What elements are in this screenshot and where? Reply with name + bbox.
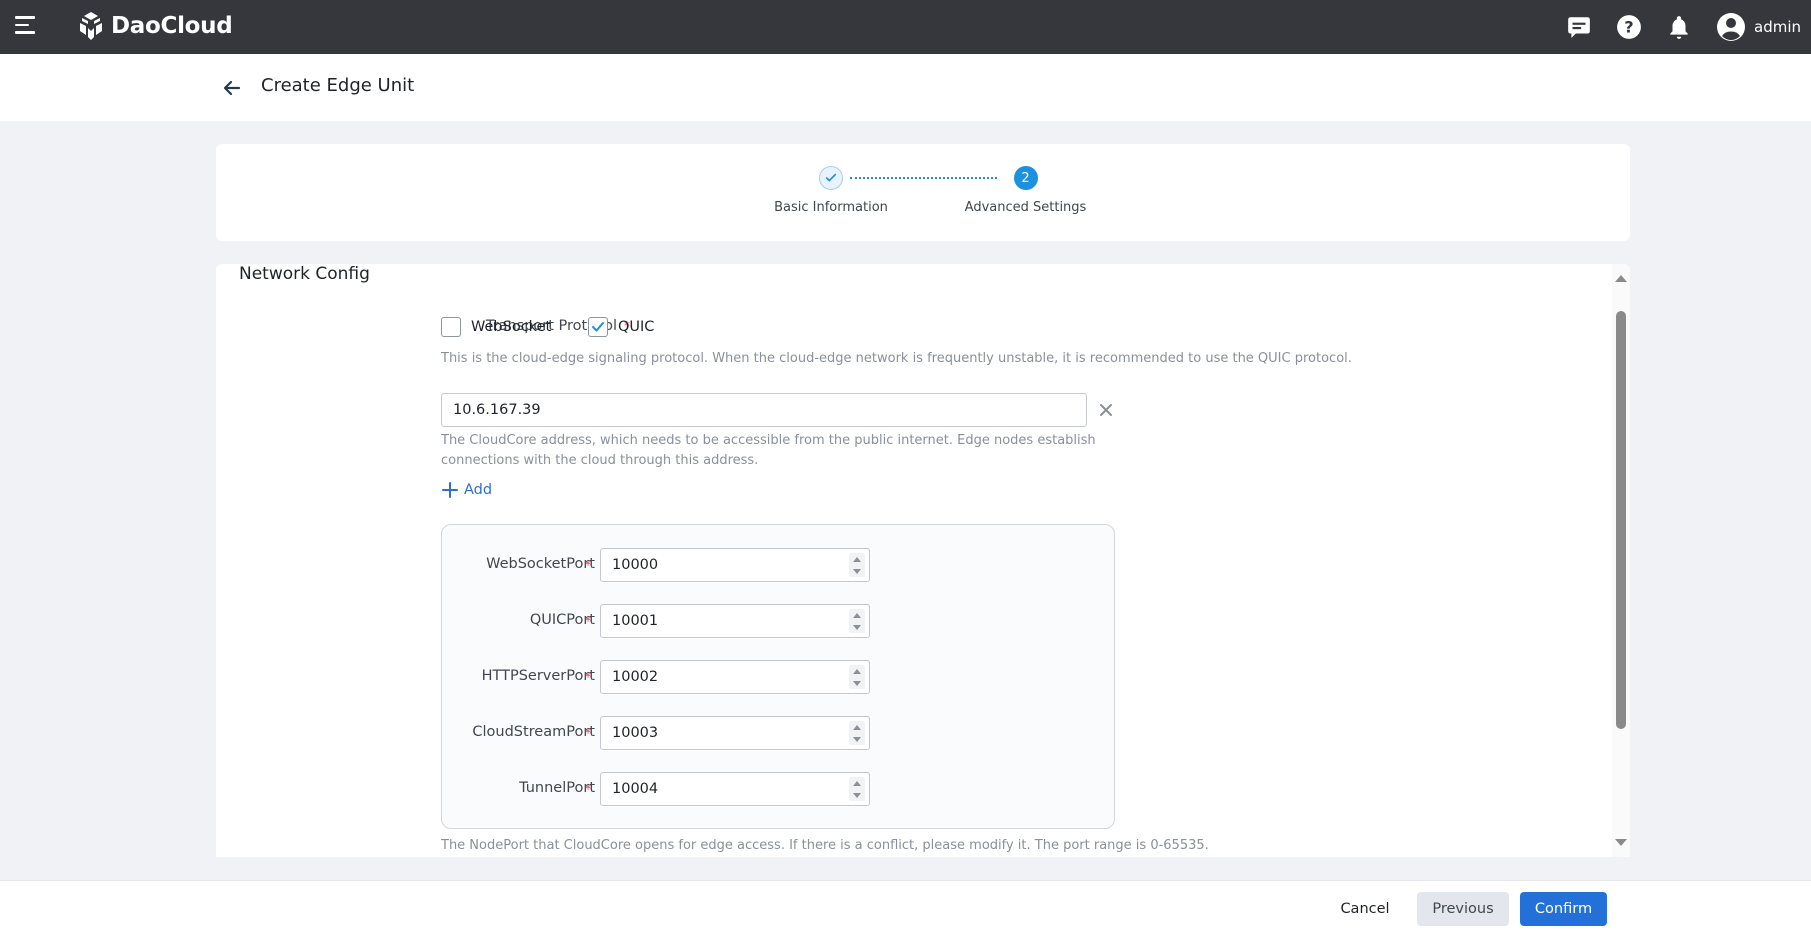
user-avatar-icon — [1717, 13, 1745, 41]
decrement-icon[interactable] — [853, 792, 861, 798]
previous-button[interactable]: Previous — [1417, 892, 1509, 926]
cloudstream-port-input[interactable] — [600, 716, 870, 750]
quic-checkbox[interactable] — [588, 317, 608, 337]
port-row-websocket: WebSocketPort * — [442, 548, 1116, 582]
number-stepper[interactable] — [849, 609, 865, 633]
required-marker: * — [585, 782, 591, 796]
step-advanced-settings[interactable]: 2 Advanced Settings — [953, 166, 1098, 215]
message-icon[interactable] — [1566, 14, 1592, 40]
port-row-tunnel: TunnelPort * — [442, 772, 1116, 806]
scrollbar[interactable] — [1612, 264, 1630, 857]
number-stepper[interactable] — [849, 721, 865, 745]
port-group: WebSocketPort * QUICPort * HTTPServerPor… — [441, 524, 1115, 829]
user-menu[interactable]: admin — [1716, 12, 1801, 42]
checkbox-websocket[interactable]: WebSocket — [441, 317, 551, 337]
steps-card: Basic Information 2 Advanced Settings — [216, 144, 1630, 241]
menu-icon[interactable] — [15, 16, 37, 36]
number-stepper[interactable] — [849, 665, 865, 689]
bell-icon[interactable] — [1666, 14, 1692, 40]
cloudcore-hint-line1: The CloudCore address, which needs to be… — [441, 433, 1096, 448]
quic-port-input[interactable] — [600, 604, 870, 638]
decrement-icon[interactable] — [853, 680, 861, 686]
cloudcore-hint-line2: connections with the cloud through this … — [441, 453, 759, 468]
step-basic-information[interactable]: Basic Information — [766, 166, 896, 215]
required-marker: * — [585, 670, 591, 684]
page-title: Create Edge Unit — [261, 75, 415, 96]
scrollbar-thumb[interactable] — [1616, 311, 1626, 729]
top-navbar: DaoCloud ? admin — [0, 0, 1811, 54]
step-label: Advanced Settings — [964, 200, 1087, 215]
decrement-icon[interactable] — [853, 624, 861, 630]
confirm-button[interactable]: Confirm — [1520, 892, 1607, 926]
help-icon[interactable]: ? — [1616, 14, 1642, 40]
brand-logo[interactable]: DaoCloud — [75, 10, 233, 42]
number-stepper[interactable] — [849, 777, 865, 801]
websocket-port-input[interactable] — [600, 548, 870, 582]
section-title: Network Config — [239, 264, 370, 284]
brand-name: DaoCloud — [111, 13, 233, 39]
required-marker: * — [585, 614, 591, 628]
websocket-checkbox[interactable] — [441, 317, 461, 337]
svg-text:?: ? — [1624, 17, 1633, 36]
decrement-icon[interactable] — [853, 568, 861, 574]
step-number: 2 — [1013, 166, 1038, 190]
scroll-down-icon[interactable] — [1615, 839, 1627, 846]
checkbox-quic[interactable]: QUIC — [588, 317, 654, 337]
step-label: Basic Information — [774, 200, 888, 215]
tunnel-port-input[interactable] — [600, 772, 870, 806]
remove-address-icon[interactable] — [1098, 402, 1114, 418]
cloudcore-address-input[interactable] — [441, 393, 1087, 427]
increment-icon[interactable] — [853, 724, 861, 730]
port-row-quic: QUICPort * — [442, 604, 1116, 638]
back-arrow-icon[interactable] — [222, 78, 242, 98]
cancel-button[interactable]: Cancel — [1330, 892, 1400, 926]
increment-icon[interactable] — [853, 780, 861, 786]
check-icon — [819, 166, 843, 190]
plus-icon — [442, 482, 458, 498]
httpserver-port-input[interactable] — [600, 660, 870, 694]
scroll-up-icon[interactable] — [1615, 275, 1627, 282]
add-address-button[interactable]: Add — [442, 482, 492, 498]
port-row-httpserver: HTTPServerPort * — [442, 660, 1116, 694]
decrement-icon[interactable] — [853, 736, 861, 742]
number-stepper[interactable] — [849, 553, 865, 577]
network-config-card: Network Config Transport Protocol * WebSo… — [216, 264, 1630, 857]
page-header: Create Edge Unit — [0, 54, 1811, 121]
username: admin — [1754, 18, 1801, 36]
port-row-cloudstream: CloudStreamPort * — [442, 716, 1116, 750]
increment-icon[interactable] — [853, 668, 861, 674]
required-marker: * — [585, 558, 591, 572]
increment-icon[interactable] — [853, 612, 861, 618]
step-connector — [850, 177, 997, 179]
daocloud-logo-icon — [80, 12, 102, 40]
check-icon — [592, 322, 604, 332]
required-marker: * — [585, 726, 591, 740]
port-hint: The NodePort that CloudCore opens for ed… — [441, 838, 1209, 853]
footer-actions: Cancel Previous Confirm — [0, 880, 1811, 933]
transport-hint: This is the cloud-edge signaling protoco… — [441, 351, 1352, 366]
increment-icon[interactable] — [853, 556, 861, 562]
